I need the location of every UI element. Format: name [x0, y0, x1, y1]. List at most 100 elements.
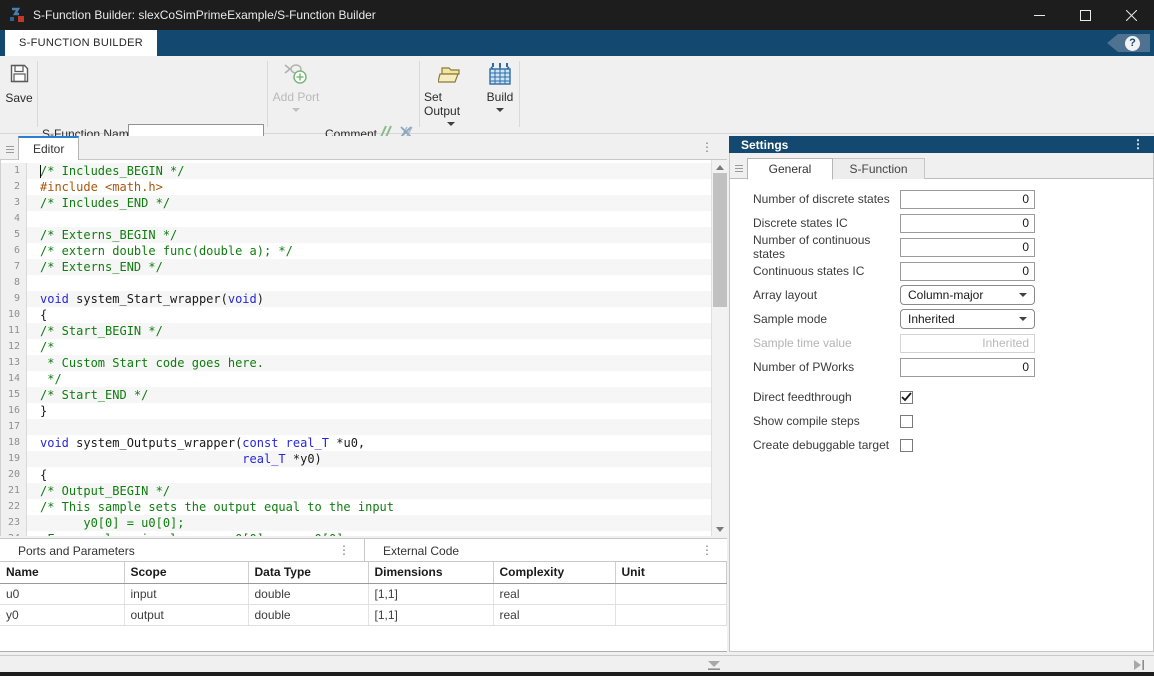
- add-port-button[interactable]: Add Port: [272, 62, 320, 112]
- code-line-7[interactable]: 7/* Externs_END */: [1, 259, 711, 275]
- table-cell[interactable]: y0: [0, 604, 124, 625]
- panel-grip-icon[interactable]: [6, 144, 14, 155]
- help-button[interactable]: ?: [1107, 34, 1150, 52]
- sfunction-builder-window: S-Function Builder: slexCoSimPrimeExampl…: [0, 0, 1154, 676]
- collapse-bottom-panel-icon[interactable]: [706, 659, 722, 671]
- code-line-13[interactable]: 13 * Custom Start code goes here.: [1, 355, 711, 371]
- code-line-21[interactable]: 21/* Output_BEGIN */: [1, 483, 711, 499]
- code-line-6[interactable]: 6/* extern double func(double a); */: [1, 243, 711, 259]
- code-line-5[interactable]: 5/* Externs_BEGIN */: [1, 227, 711, 243]
- code-line-22[interactable]: 22/* This sample sets the output equal t…: [1, 499, 711, 515]
- table-row[interactable]: y0outputdouble[1,1]real: [0, 604, 726, 625]
- tab-external-code[interactable]: External Code ⋮: [365, 539, 727, 562]
- line-number: 3: [1, 195, 27, 211]
- code-line-16[interactable]: 16}: [1, 403, 711, 419]
- field-checkbox[interactable]: [900, 415, 913, 428]
- ports-menu-kebab-icon[interactable]: ⋮: [338, 544, 350, 556]
- code-line-1[interactable]: 1/* Includes_BEGIN */: [1, 163, 711, 179]
- settings-row-number-of-discrete-states: Number of discrete states: [730, 187, 1153, 211]
- line-number: 14: [1, 371, 27, 387]
- field-checkbox[interactable]: [900, 391, 913, 404]
- field-label: Number of discrete states: [753, 192, 900, 206]
- column-header-dimensions[interactable]: Dimensions: [368, 562, 493, 583]
- code-line-8[interactable]: 8: [1, 275, 711, 291]
- code-editor[interactable]: 1/* Includes_BEGIN */2#include <math.h>3…: [0, 160, 727, 536]
- table-cell[interactable]: [615, 604, 726, 625]
- settings-menu-kebab-icon[interactable]: ⋮: [1132, 138, 1144, 150]
- build-button[interactable]: Build: [481, 62, 519, 112]
- field-input[interactable]: [900, 238, 1035, 257]
- field-input[interactable]: [900, 262, 1035, 281]
- scroll-down-icon[interactable]: [712, 522, 727, 536]
- maximize-button[interactable]: [1062, 0, 1108, 30]
- close-button[interactable]: [1108, 0, 1154, 30]
- save-button[interactable]: Save: [4, 62, 34, 105]
- field-checkbox[interactable]: [900, 439, 913, 452]
- code-line-9[interactable]: 9void system_Start_wrapper(void): [1, 291, 711, 307]
- line-number: 20: [1, 467, 27, 483]
- table-cell[interactable]: double: [248, 604, 368, 625]
- code-text: void system_Start_wrapper(void): [27, 291, 264, 307]
- table-cell[interactable]: u0: [0, 583, 124, 604]
- scroll-up-icon[interactable]: [712, 160, 727, 174]
- code-line-12[interactable]: 12/*: [1, 339, 711, 355]
- code-line-18[interactable]: 18void system_Outputs_wrapper(const real…: [1, 435, 711, 451]
- table-cell[interactable]: [1,1]: [368, 583, 493, 604]
- field-input[interactable]: [900, 214, 1035, 233]
- table-cell[interactable]: output: [124, 604, 248, 625]
- editor-vertical-scrollbar[interactable]: [711, 160, 727, 536]
- set-output-button[interactable]: Set Output: [424, 62, 478, 126]
- field-dropdown[interactable]: Inherited: [900, 309, 1035, 329]
- panel-grip-icon[interactable]: [735, 163, 743, 174]
- code-line-14[interactable]: 14 */: [1, 371, 711, 387]
- window-title: S-Function Builder: slexCoSimPrimeExampl…: [33, 8, 376, 22]
- field-input[interactable]: [900, 190, 1035, 209]
- tab-sfunction-builder[interactable]: S-FUNCTION BUILDER: [5, 30, 157, 56]
- table-cell[interactable]: [615, 583, 726, 604]
- table-cell[interactable]: real: [493, 604, 615, 625]
- table-cell[interactable]: [1,1]: [368, 604, 493, 625]
- code-line-20[interactable]: 20{: [1, 467, 711, 483]
- code-line-24[interactable]: 24 For complex signals use: y0[0].re = u…: [1, 531, 711, 536]
- tab-sfunction[interactable]: S-Function: [833, 158, 925, 180]
- tab-ports-and-parameters[interactable]: Ports and Parameters ⋮: [0, 539, 365, 562]
- text-cursor: [40, 165, 41, 178]
- simulink-app-icon: [9, 7, 25, 23]
- column-header-unit[interactable]: Unit: [615, 562, 726, 583]
- code-line-4[interactable]: 4: [1, 211, 711, 227]
- code-line-10[interactable]: 10{: [1, 307, 711, 323]
- status-strip: [0, 655, 1154, 672]
- collapse-right-panel-icon[interactable]: [1132, 658, 1146, 672]
- field-dropdown[interactable]: Column-major: [900, 285, 1035, 305]
- table-row[interactable]: u0inputdouble[1,1]real: [0, 583, 726, 604]
- field-input[interactable]: [900, 358, 1035, 377]
- code-line-11[interactable]: 11/* Start_BEGIN */: [1, 323, 711, 339]
- column-header-scope[interactable]: Scope: [124, 562, 248, 583]
- column-header-name[interactable]: Name: [0, 562, 124, 583]
- line-number: 6: [1, 243, 27, 259]
- code-line-19[interactable]: 19 real_T *y0): [1, 451, 711, 467]
- code-line-2[interactable]: 2#include <math.h>: [1, 179, 711, 195]
- line-number: 7: [1, 259, 27, 275]
- external-code-menu-kebab-icon[interactable]: ⋮: [701, 544, 713, 556]
- code-line-15[interactable]: 15/* Start_END */: [1, 387, 711, 403]
- line-number: 21: [1, 483, 27, 499]
- column-header-complexity[interactable]: Complexity: [493, 562, 615, 583]
- field-input: [900, 334, 1035, 353]
- code-lines: 1/* Includes_BEGIN */2#include <math.h>3…: [1, 160, 711, 536]
- table-cell[interactable]: input: [124, 583, 248, 604]
- scrollbar-thumb[interactable]: [713, 173, 727, 307]
- tab-editor[interactable]: Editor: [18, 136, 79, 160]
- line-number: 15: [1, 387, 27, 403]
- table-cell[interactable]: real: [493, 583, 615, 604]
- table-cell[interactable]: double: [248, 583, 368, 604]
- editor-menu-kebab-icon[interactable]: ⋮: [701, 141, 713, 153]
- minimize-button[interactable]: [1016, 0, 1062, 30]
- settings-row-number-of-pworks: Number of PWorks: [730, 355, 1153, 379]
- code-line-17[interactable]: 17: [1, 419, 711, 435]
- tab-general[interactable]: General: [747, 158, 833, 180]
- column-header-data-type[interactable]: Data Type: [248, 562, 368, 583]
- code-line-23[interactable]: 23 y0[0] = u0[0];: [1, 515, 711, 531]
- code-line-3[interactable]: 3/* Includes_END */: [1, 195, 711, 211]
- editor-panel: Editor ⋮ 1/* Includes_BEGIN */2#include …: [0, 136, 727, 536]
